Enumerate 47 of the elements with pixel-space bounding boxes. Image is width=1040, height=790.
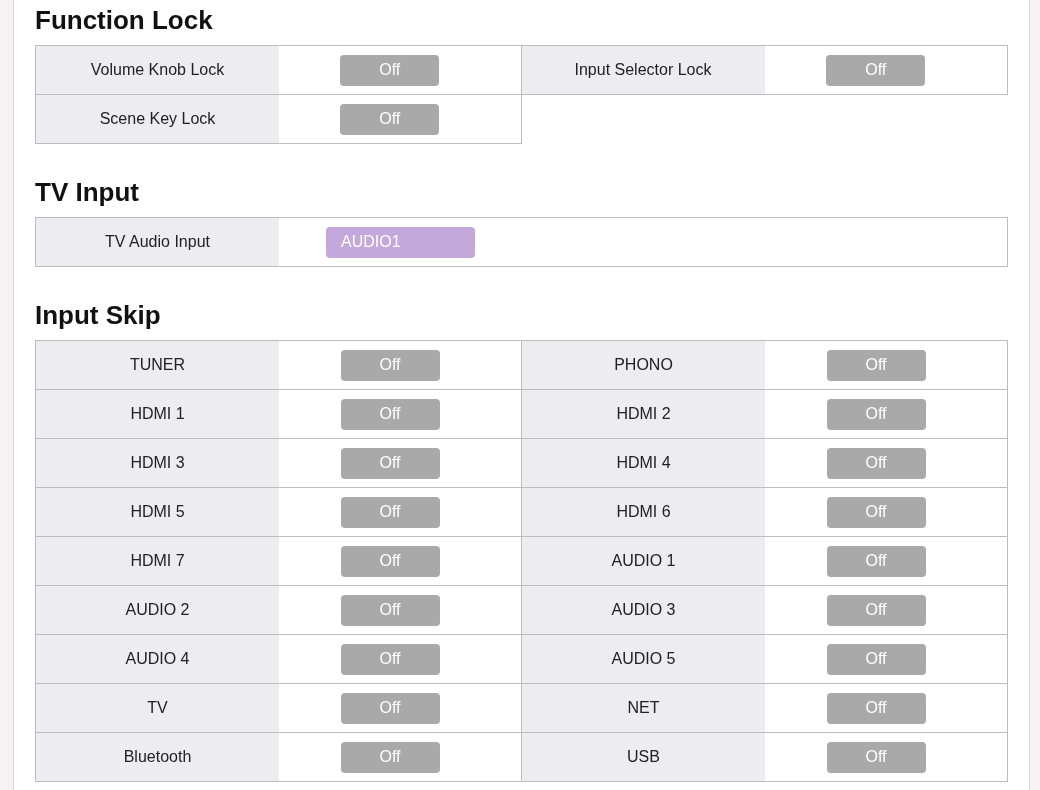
setting-label: TV Audio Input bbox=[105, 233, 210, 251]
toggle-button[interactable]: Off bbox=[340, 594, 440, 626]
setting-label: AUDIO 5 bbox=[611, 650, 676, 668]
toggle-button[interactable]: Off bbox=[340, 692, 440, 724]
setting-label: HDMI 4 bbox=[616, 454, 671, 472]
setting-label: AUDIO 3 bbox=[611, 601, 676, 619]
setting-label: HDMI 2 bbox=[616, 405, 671, 423]
setting-label: HDMI 3 bbox=[130, 454, 185, 472]
toggle-button[interactable]: Off bbox=[826, 54, 926, 86]
setting-label: HDMI 6 bbox=[616, 503, 671, 521]
toggle-button[interactable]: Off bbox=[826, 692, 926, 724]
setting-label: HDMI 1 bbox=[130, 405, 185, 423]
setting-label: TV bbox=[147, 699, 168, 717]
toggle-button[interactable]: Off bbox=[826, 398, 926, 430]
setting-label: Scene Key Lock bbox=[99, 110, 216, 128]
setting-label: HDMI 5 bbox=[130, 503, 185, 521]
toggle-button[interactable]: Off bbox=[340, 398, 440, 430]
toggle-button[interactable]: Off bbox=[340, 447, 440, 479]
toggle-button[interactable]: Off bbox=[340, 496, 440, 528]
toggle-button[interactable]: Off bbox=[826, 496, 926, 528]
setting-label: USB bbox=[627, 748, 660, 766]
setting-label: Input Selector Lock bbox=[574, 61, 712, 79]
setting-label: PHONO bbox=[614, 356, 673, 374]
toggle-button[interactable]: Off bbox=[340, 349, 440, 381]
toggle-button[interactable]: Off bbox=[826, 741, 926, 773]
toggle-button[interactable]: Off bbox=[826, 643, 926, 675]
setting-label: Bluetooth bbox=[123, 748, 192, 766]
setting-label: NET bbox=[627, 699, 660, 717]
setting-label: AUDIO 1 bbox=[611, 552, 676, 570]
section-heading: Input Skip bbox=[35, 300, 161, 330]
dropdown[interactable]: AUDIO1 bbox=[326, 226, 475, 258]
section-heading: TV Input bbox=[35, 177, 139, 207]
toggle-button[interactable]: Off bbox=[340, 103, 440, 135]
setting-label: TUNER bbox=[129, 356, 186, 374]
setting-label: HDMI 7 bbox=[130, 552, 185, 570]
toggle-button[interactable]: Off bbox=[340, 741, 440, 773]
setting-label: AUDIO 2 bbox=[125, 601, 190, 619]
toggle-button[interactable]: Off bbox=[826, 447, 926, 479]
toggle-button[interactable]: Off bbox=[340, 643, 440, 675]
toggle-button[interactable]: Off bbox=[826, 594, 926, 626]
section-heading: Function Lock bbox=[35, 5, 213, 35]
toggle-button[interactable]: Off bbox=[826, 545, 926, 577]
toggle-button[interactable]: Off bbox=[826, 349, 926, 381]
toggle-button[interactable]: Off bbox=[340, 545, 440, 577]
setting-label: Volume Knob Lock bbox=[90, 61, 225, 79]
toggle-button[interactable]: Off bbox=[340, 54, 440, 86]
setting-label: AUDIO 4 bbox=[125, 650, 190, 668]
